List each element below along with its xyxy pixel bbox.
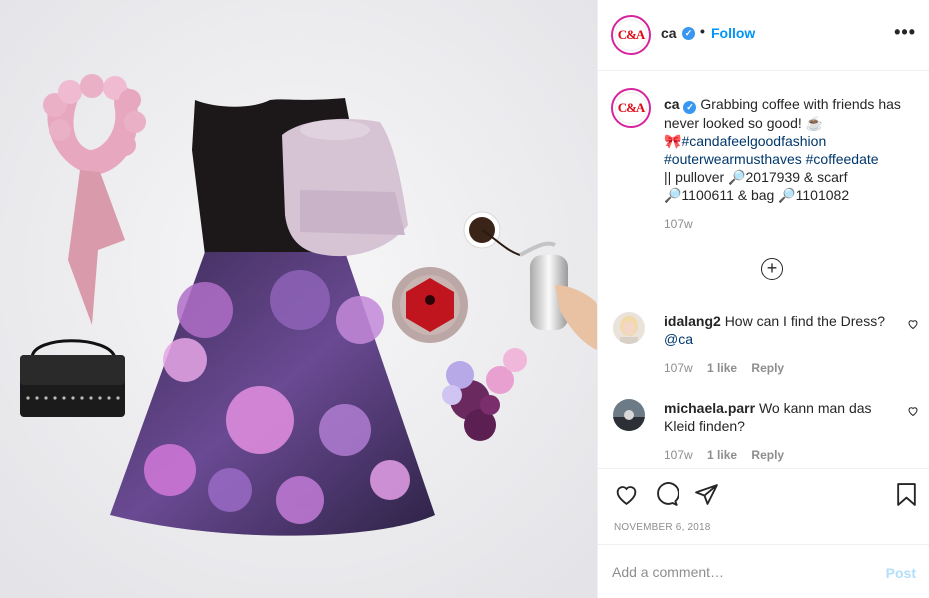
- caption-details: 🔎1100611 & bag 🔎1101082: [664, 187, 850, 203]
- verified-badge-icon: ✓: [682, 27, 695, 40]
- post-date[interactable]: November 6, 2018: [614, 522, 711, 533]
- comment-likes[interactable]: 1 like: [707, 448, 737, 462]
- post-actions: November 6, 2018: [598, 468, 929, 544]
- comment-heart-icon[interactable]: [907, 405, 919, 417]
- share-icon[interactable]: [694, 482, 719, 507]
- comment-time[interactable]: 107w: [664, 448, 693, 462]
- comment-time[interactable]: 107w: [664, 361, 693, 375]
- comment-username[interactable]: michaela.parr: [664, 400, 755, 416]
- heart-icon[interactable]: [614, 482, 639, 507]
- bookmark-icon[interactable]: [895, 482, 918, 507]
- reply-button[interactable]: Reply: [751, 361, 784, 375]
- comment-input[interactable]: [612, 562, 862, 582]
- caption-username[interactable]: ca: [664, 96, 680, 112]
- caption-text: ca ✓ Grabbing coffee with friends has ne…: [664, 95, 924, 204]
- comment-username[interactable]: idalang2: [664, 313, 721, 329]
- comment-heart-icon[interactable]: [907, 318, 919, 330]
- comment-meta: 107w 1 like Reply: [664, 448, 795, 462]
- header-username[interactable]: ca: [661, 25, 677, 41]
- comment-text: idalang2 How can I find the Dress? @ca: [664, 312, 899, 348]
- caption-avatar[interactable]: C&A: [611, 88, 651, 128]
- hashtag-link[interactable]: #coffeedate: [806, 151, 879, 167]
- hashtag-link[interactable]: #candafeelgoodfashion: [681, 133, 826, 149]
- comments-section[interactable]: C&A ca ✓ Grabbing coffee with friends ha…: [598, 72, 929, 468]
- post-photo: [0, 0, 597, 598]
- comment-body: How can I find the Dress?: [724, 313, 885, 329]
- brand-logo: C&A: [615, 19, 647, 51]
- post-comment-button[interactable]: Post: [886, 565, 916, 581]
- caption-main-text: Grabbing coffee with friends has never l…: [664, 96, 901, 131]
- comment-meta: 107w 1 like Reply: [664, 361, 795, 375]
- load-more-comments-button[interactable]: +: [761, 258, 783, 280]
- add-comment-bar: Post: [598, 544, 929, 598]
- comment-text: michaela.parr Wo kann man das Kleid find…: [664, 399, 899, 435]
- commenter-avatar[interactable]: [613, 312, 645, 344]
- cake-plate: [392, 267, 468, 343]
- bow-emoji: 🎀: [664, 133, 682, 149]
- mention-link[interactable]: @ca: [664, 331, 693, 347]
- caption-details: || pullover 🔎2017939 & scarf: [664, 169, 848, 185]
- more-options-icon[interactable]: •••: [894, 22, 916, 43]
- caption-timestamp[interactable]: 107w: [664, 217, 693, 231]
- post-image[interactable]: [0, 0, 597, 598]
- post-header: C&A ca ✓ • Follow •••: [598, 0, 929, 71]
- verified-badge-icon: ✓: [683, 101, 697, 114]
- profile-avatar[interactable]: C&A: [611, 15, 651, 55]
- header-separator: •: [700, 23, 705, 39]
- commenter-avatar[interactable]: [613, 399, 645, 431]
- comment-likes[interactable]: 1 like: [707, 361, 737, 375]
- hashtag-link[interactable]: #outerwearmusthaves: [664, 151, 802, 167]
- post-side-panel: C&A ca ✓ • Follow ••• C&A ca ✓ Grabbing …: [597, 0, 929, 598]
- reply-button[interactable]: Reply: [751, 448, 784, 462]
- follow-button[interactable]: Follow: [711, 25, 755, 41]
- brand-logo: C&A: [615, 92, 647, 124]
- comment-icon[interactable]: [654, 482, 679, 507]
